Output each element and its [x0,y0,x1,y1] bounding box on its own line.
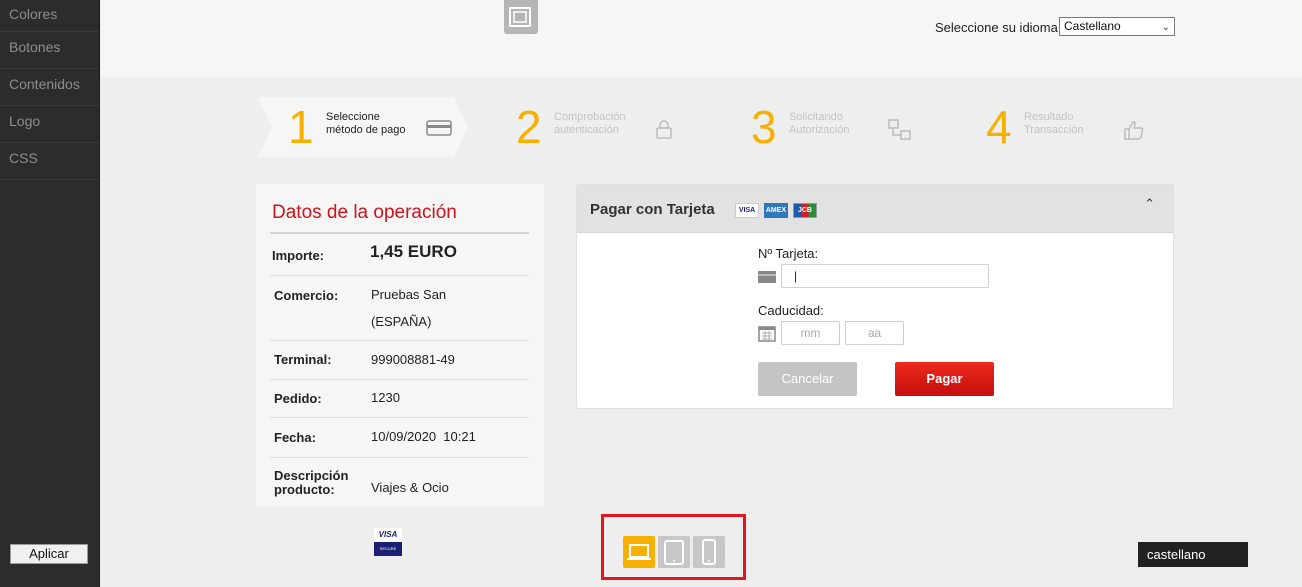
operation-row-date: Fecha: 10/09/2020 10:21 [270,418,529,458]
thumbs-up-icon [1124,121,1144,140]
expiry-label: Caducidad: [758,303,824,318]
step-3: 3 Solicitando Autorización [751,97,931,157]
step-4: 4 Resultado Transacción [986,97,1166,157]
sidebar-item-botones[interactable]: Botones [0,32,99,69]
card-number-label: Nº Tarjeta: [758,246,819,261]
phone-icon[interactable] [693,536,725,568]
sidebar: Colores Botones Contenidos Logo CSS Apli… [0,0,100,587]
expiry-year-input[interactable]: aa [845,321,904,345]
card-payment-panel: Pagar con Tarjeta VISA AMEX JCB ⌃ Nº Tar… [576,184,1174,409]
chevron-down-icon: ⌄ [1161,22,1170,33]
network-icon [888,119,911,140]
operation-key: Importe: [272,248,324,263]
operation-row-amount: Importe: 1,45 EURO [270,234,529,276]
operation-key-line2: producto: [274,482,335,497]
step-number: 4 [986,101,1012,153]
card-icon [758,271,776,283]
language-select[interactable]: Castellano ⌄ [1059,17,1175,36]
header: Seleccione su idioma Castellano ⌄ [101,0,1302,77]
operation-key: Fecha: [274,430,316,445]
lock-icon [656,120,672,139]
step-label: Comprobación autenticación [554,111,626,136]
card-brand-logos: VISA AMEX JCB [735,203,817,218]
sidebar-item-contenidos[interactable]: Contenidos [0,69,99,106]
language-selected: Castellano [1064,19,1121,33]
cancel-button[interactable]: Cancelar [758,362,857,396]
step-label: Resultado Transacción [1024,111,1084,136]
operation-value: 999008881-49 [371,352,455,367]
expiry-month-input[interactable]: mm [781,321,840,345]
calendar-icon [758,326,776,342]
laptop-icon[interactable] [623,536,655,568]
operation-row-merchant: Comercio: Pruebas San (ESPAÑA) [270,276,529,341]
operation-value: 1230 [371,390,400,405]
step-number: 1 [288,101,314,153]
step-2: 2 Comprobación autenticación [516,97,696,157]
operation-row-description: Descripción producto: Viajes & Ocio [270,458,529,507]
card-number-input[interactable]: | [781,264,989,288]
tablet-icon[interactable] [658,536,690,568]
step-number: 2 [516,101,542,153]
operation-key: Comercio: [274,288,339,303]
operation-value: Pruebas San [371,287,447,302]
pay-button[interactable]: Pagar [895,362,994,396]
operation-value: 1,45 EURO [370,242,457,261]
card-panel-title: Pagar con Tarjeta [590,201,715,218]
visa-logo: VISA [735,203,759,218]
apply-button[interactable]: Aplicar [10,544,88,564]
footer-language-selector[interactable]: castellano [1138,542,1248,567]
operation-row-order: Pedido: 1230 [270,380,529,418]
operation-value: 10/09/2020 10:21 [371,429,476,444]
sidebar-item-css[interactable]: CSS [0,143,99,180]
chevron-up-icon[interactable]: ⌃ [1144,197,1155,212]
operation-key: Descripción [274,468,349,483]
amex-logo: AMEX [764,203,788,218]
jcb-logo: JCB [793,203,817,218]
operation-key: Pedido: [274,391,322,406]
step-label: Solicitando Autorización [789,111,850,136]
step-1: 1 Seleccione método de pago [288,97,468,157]
operation-key: Terminal: [274,352,332,367]
operation-value: Viajes & Ocio [371,480,449,495]
sidebar-item-colores[interactable]: Colores [0,0,99,32]
language-label: Seleccione su idioma [935,20,1058,35]
visa-secure-logo: VISA SECURE [374,528,402,556]
operation-title: Datos de la operación [272,202,457,223]
card-panel-header[interactable]: Pagar con Tarjeta VISA AMEX JCB ⌃ [577,185,1173,233]
operation-row-terminal: Terminal: 999008881-49 [270,341,529,380]
windows-icon [504,0,538,34]
sidebar-item-logo[interactable]: Logo [0,106,99,143]
step-label: Seleccione método de pago [326,111,406,136]
card-icon [426,120,452,136]
step-number: 3 [751,101,777,153]
device-preview-selector [601,514,746,580]
operation-value-line2: (ESPAÑA) [371,314,432,329]
operation-panel: Datos de la operación Importe: 1,45 EURO… [256,184,544,507]
